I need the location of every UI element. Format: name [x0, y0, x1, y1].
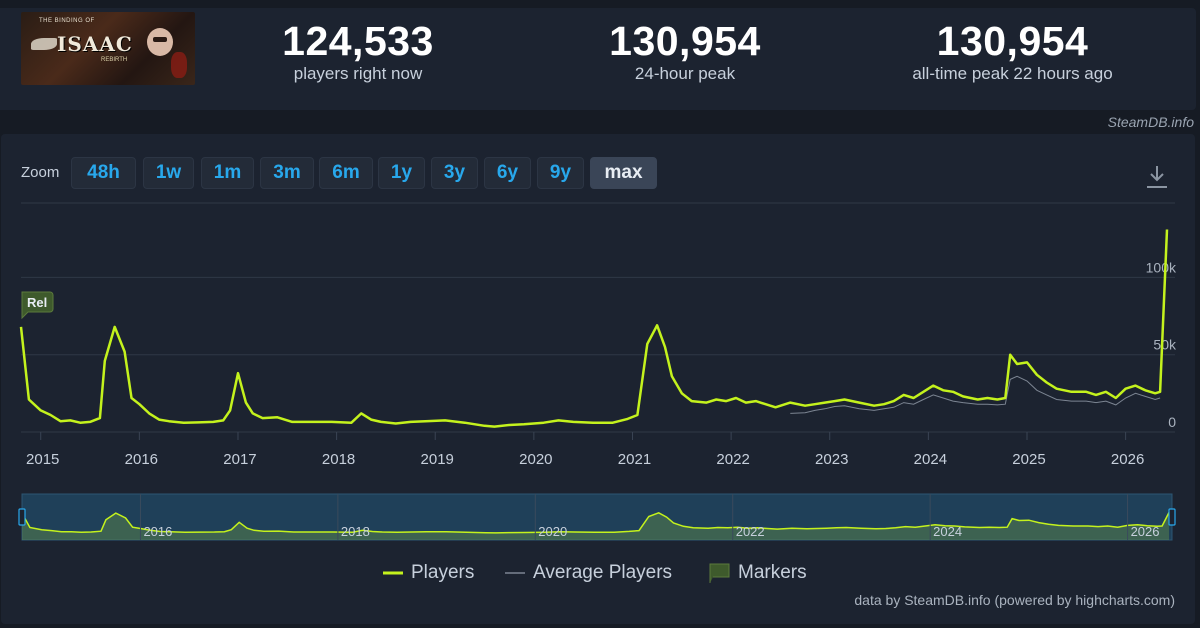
legend-item-players[interactable]: Players [383, 561, 474, 585]
navigator-label: 2020 [538, 524, 567, 539]
x-tick-label: 2023 [815, 451, 848, 468]
navigator-label: 2022 [736, 524, 765, 539]
navigator-label: 2018 [341, 524, 370, 539]
flag-icon [709, 563, 730, 583]
navigator-label: 2016 [143, 524, 172, 539]
x-tick-label: 2018 [322, 451, 355, 468]
navigator-handle-right[interactable] [1168, 508, 1176, 526]
x-tick-label: 2024 [914, 451, 947, 468]
series-players-line [19, 229, 1169, 428]
x-tick-label: 2026 [1111, 451, 1144, 468]
x-tick-label: 2020 [519, 451, 552, 468]
navigator-handle-left[interactable] [18, 508, 26, 526]
x-tick-label: 2025 [1012, 451, 1045, 468]
legend-item-average-players[interactable]: Average Players [505, 561, 672, 585]
y-tick-label: 50k [1153, 337, 1177, 353]
x-tick-label: 2021 [618, 451, 651, 468]
legend-label: Players [411, 562, 475, 583]
legend-item-markers[interactable]: Markers [708, 561, 807, 585]
x-tick-label: 2015 [26, 451, 59, 468]
navigator-label: 2026 [1131, 524, 1160, 539]
player-count-chart[interactable]: 0 50k 100k 2015 2016 2017 2018 2019 2020 2021 2022… [0, 0, 1200, 628]
series-average-players-line [790, 375, 1161, 414]
x-tick-label: 2022 [716, 451, 749, 468]
legend-swatch-average [505, 572, 525, 574]
legend-label: Markers [738, 562, 807, 583]
y-tick-label: 100k [1146, 259, 1177, 275]
y-tick-label: 0 [1168, 414, 1176, 430]
legend-label: Average Players [533, 562, 673, 583]
x-tick-label: 2019 [421, 451, 454, 468]
x-tick-label: 2016 [125, 451, 158, 468]
x-tick-label: 2017 [223, 451, 256, 468]
navigator-label: 2024 [933, 524, 962, 539]
legend-swatch-players [383, 571, 403, 575]
chart-credits[interactable]: data by SteamDB.info (powered by highcha… [854, 592, 1175, 608]
release-marker-label: Rel [27, 295, 47, 310]
